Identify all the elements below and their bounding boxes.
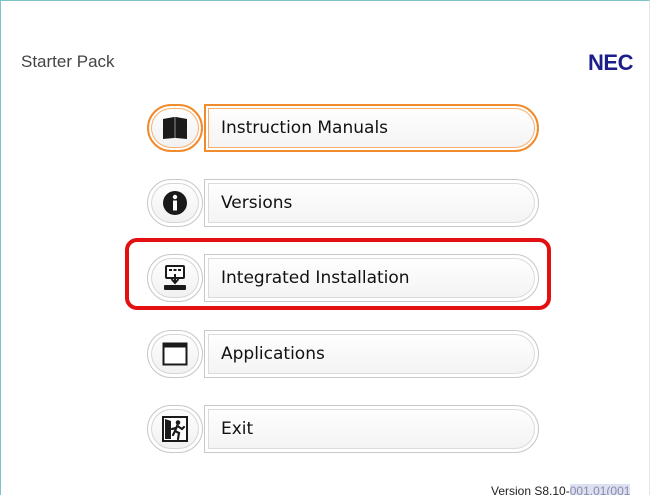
menu-item-exit[interactable]: Exit — [147, 405, 539, 453]
icon-button-exit[interactable] — [147, 405, 203, 453]
menu-item-label: Exit — [221, 419, 254, 439]
icon-button-instruction-manuals[interactable] — [147, 104, 203, 152]
menu-item-label: Instruction Manuals — [221, 118, 389, 138]
label-button-instruction-manuals[interactable]: Instruction Manuals — [204, 104, 539, 152]
version-suffix: 001.01(001 — [569, 484, 631, 495]
label-button-applications[interactable]: Applications — [204, 330, 539, 378]
label-button-versions[interactable]: Versions — [204, 179, 539, 227]
icon-button-versions[interactable] — [147, 179, 203, 227]
menu-item-versions[interactable]: Versions — [147, 179, 539, 227]
icon-button-applications[interactable] — [147, 330, 203, 378]
menu-item-label: Versions — [221, 193, 293, 213]
nec-logo: NEC — [588, 50, 633, 75]
app-title: Starter Pack — [21, 52, 115, 71]
version-prefix: Version S8.10- — [491, 484, 570, 495]
menu-item-instruction-manuals[interactable]: Instruction Manuals — [147, 104, 539, 152]
version-text: Version S8.10-001.01(001 — [491, 484, 631, 495]
menu-item-label: Applications — [221, 344, 325, 364]
window-frame: Starter Pack NEC Instruction Manuals Ver… — [0, 0, 650, 495]
highlight-box — [125, 238, 551, 310]
book-icon — [163, 117, 187, 139]
label-button-exit[interactable]: Exit — [204, 405, 539, 453]
menu-item-applications[interactable]: Applications — [147, 330, 539, 378]
exit-door-icon — [162, 416, 188, 442]
info-icon — [163, 191, 187, 215]
window-icon — [162, 342, 188, 366]
